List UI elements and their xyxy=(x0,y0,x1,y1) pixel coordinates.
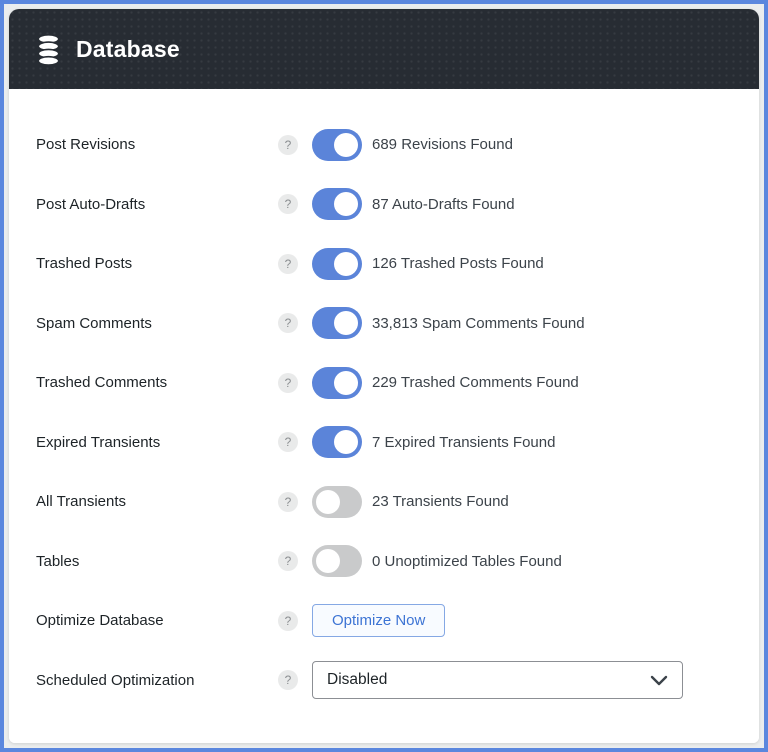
setting-row-post-auto-drafts: Post Auto-Drafts ? 87 Auto-Drafts Found xyxy=(36,175,731,235)
trashed-comments-toggle[interactable] xyxy=(312,367,362,399)
scheduled-optimization-select[interactable]: Disabled xyxy=(312,661,683,699)
trashed-posts-toggle[interactable] xyxy=(312,248,362,280)
help-icon[interactable]: ? xyxy=(278,551,298,571)
setting-label: Expired Transients xyxy=(36,434,278,451)
help-icon[interactable]: ? xyxy=(278,254,298,274)
help-icon[interactable]: ? xyxy=(278,135,298,155)
optimize-now-button[interactable]: Optimize Now xyxy=(312,604,445,637)
status-text: 229 Trashed Comments Found xyxy=(372,374,579,391)
tables-toggle[interactable] xyxy=(312,545,362,577)
setting-label: Post Revisions xyxy=(36,136,278,153)
help-icon[interactable]: ? xyxy=(278,313,298,333)
help-icon[interactable]: ? xyxy=(278,670,298,690)
setting-row-optimize-database: Optimize Database ? Optimize Now xyxy=(36,591,731,651)
status-text: 7 Expired Transients Found xyxy=(372,434,555,451)
section-header: Database xyxy=(9,9,759,89)
status-text: 87 Auto-Drafts Found xyxy=(372,196,515,213)
post-revisions-toggle[interactable] xyxy=(312,129,362,161)
status-text: 0 Unoptimized Tables Found xyxy=(372,553,562,570)
chevron-down-icon xyxy=(650,675,668,686)
setting-row-post-revisions: Post Revisions ? 689 Revisions Found xyxy=(36,115,731,175)
post-auto-drafts-toggle[interactable] xyxy=(312,188,362,220)
page-frame: Database Post Revisions ? 689 Revisions … xyxy=(0,0,768,752)
help-icon[interactable]: ? xyxy=(278,194,298,214)
expired-transients-toggle[interactable] xyxy=(312,426,362,458)
page-title: Database xyxy=(76,36,180,63)
setting-label: Tables xyxy=(36,553,278,570)
setting-label: Spam Comments xyxy=(36,315,278,332)
status-text: 689 Revisions Found xyxy=(372,136,513,153)
select-value: Disabled xyxy=(327,671,387,689)
status-text: 126 Trashed Posts Found xyxy=(372,255,544,272)
help-icon[interactable]: ? xyxy=(278,373,298,393)
status-text: 33,813 Spam Comments Found xyxy=(372,315,585,332)
all-transients-toggle[interactable] xyxy=(312,486,362,518)
database-icon xyxy=(37,34,60,65)
setting-row-trashed-comments: Trashed Comments ? 229 Trashed Comments … xyxy=(36,353,731,413)
status-text: 23 Transients Found xyxy=(372,493,509,510)
setting-label: Scheduled Optimization xyxy=(36,672,278,689)
setting-label: All Transients xyxy=(36,493,278,510)
database-settings-card: Database Post Revisions ? 689 Revisions … xyxy=(9,9,759,743)
setting-row-scheduled-optimization: Scheduled Optimization ? Disabled xyxy=(36,651,731,711)
setting-label: Trashed Posts xyxy=(36,255,278,272)
help-icon[interactable]: ? xyxy=(278,611,298,631)
setting-row-trashed-posts: Trashed Posts ? 126 Trashed Posts Found xyxy=(36,234,731,294)
setting-label: Post Auto-Drafts xyxy=(36,196,278,213)
setting-row-tables: Tables ? 0 Unoptimized Tables Found xyxy=(36,532,731,592)
setting-row-all-transients: All Transients ? 23 Transients Found xyxy=(36,472,731,532)
setting-label: Trashed Comments xyxy=(36,374,278,391)
setting-label: Optimize Database xyxy=(36,612,278,629)
help-icon[interactable]: ? xyxy=(278,492,298,512)
spam-comments-toggle[interactable] xyxy=(312,307,362,339)
setting-row-expired-transients: Expired Transients ? 7 Expired Transient… xyxy=(36,413,731,473)
setting-row-spam-comments: Spam Comments ? 33,813 Spam Comments Fou… xyxy=(36,294,731,354)
help-icon[interactable]: ? xyxy=(278,432,298,452)
settings-list: Post Revisions ? 689 Revisions Found Pos… xyxy=(9,89,759,743)
